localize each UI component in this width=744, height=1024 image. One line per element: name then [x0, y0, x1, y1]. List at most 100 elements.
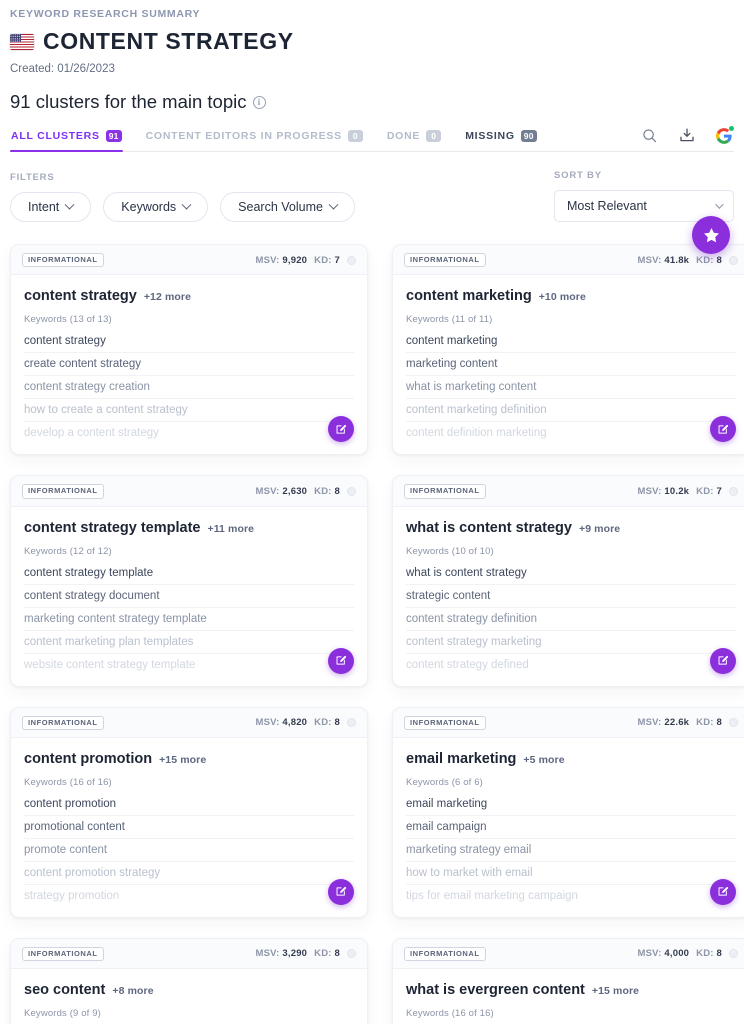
keyword-item[interactable]: content marketing — [406, 330, 736, 354]
keyword-item[interactable]: content strategy definition — [406, 608, 736, 631]
keyword-list: content marketing marketing content what… — [406, 330, 736, 444]
keyword-item[interactable]: content strategy marketing — [406, 631, 736, 654]
keyword-item[interactable]: content marketing definition — [406, 399, 736, 423]
keyword-item[interactable]: tips for email marketing campaign — [406, 885, 736, 907]
card-metrics: MSV: 2,630 KD: 8 — [256, 486, 356, 497]
cluster-title: what is evergreen content — [406, 982, 585, 998]
cluster-more-count[interactable]: +10 more — [539, 291, 586, 303]
edit-pencil-icon — [718, 424, 728, 434]
cluster-more-count[interactable]: +12 more — [144, 291, 191, 303]
clusters-summary-text: 91 clusters for the main topic — [10, 91, 247, 112]
tab-all-clusters[interactable]: ALL CLUSTERS 91 — [10, 130, 123, 152]
favorite-star-button[interactable] — [692, 216, 730, 254]
keywords-count: Keywords (10 of 10) — [406, 545, 494, 557]
edit-cluster-button[interactable] — [328, 647, 354, 674]
keyword-item[interactable]: promote content — [24, 839, 354, 862]
edit-pencil-icon — [336, 424, 346, 434]
keyword-list: content strategy create content strategy… — [24, 330, 354, 444]
msv-metric: MSV: 2,630 — [255, 485, 308, 497]
msv-metric: MSV: 3,290 — [255, 948, 308, 960]
filter-chip-search-volume[interactable]: Search Volume — [220, 192, 355, 222]
created-date: Created: 01/26/2023 — [10, 63, 115, 75]
keyword-list: content strategy template content strate… — [24, 562, 354, 676]
keyword-item[interactable]: email marketing — [406, 793, 736, 816]
intent-badge: INFORMATIONAL — [22, 946, 104, 961]
edit-cluster-button[interactable] — [328, 878, 354, 905]
keyword-item[interactable]: marketing content — [406, 353, 736, 377]
search-icon[interactable] — [641, 127, 658, 144]
keyword-item[interactable]: content promotion — [24, 793, 354, 816]
filter-chip-keywords[interactable]: Keywords — [103, 192, 209, 222]
tab-content-editors-in-progress[interactable]: CONTENT EDITORS IN PROGRESS 0 — [145, 130, 364, 151]
cluster-title-row: content strategy +12 more — [24, 288, 354, 304]
keyword-item[interactable]: website content strategy template — [24, 654, 354, 676]
keyword-item[interactable]: content strategy creation — [24, 376, 354, 400]
keyword-item[interactable]: content strategy — [24, 330, 354, 354]
keyword-item[interactable]: what is marketing content — [406, 376, 736, 400]
card-metrics: MSV: 22.6k KD: 8 — [638, 717, 738, 728]
keyword-item[interactable]: strategic content — [406, 585, 736, 608]
export-download-icon[interactable] — [678, 127, 695, 144]
keyword-item[interactable]: how to create a content strategy — [24, 399, 354, 423]
card-body: content promotion +15 more Keywords (16 … — [11, 738, 367, 917]
keyword-item[interactable]: strategy promotion — [24, 885, 354, 907]
keyword-item[interactable]: how to market with email — [406, 862, 736, 885]
cluster-title-row: content strategy template +11 more — [24, 520, 354, 536]
intent-badge: INFORMATIONAL — [22, 253, 104, 268]
cluster-card[interactable]: INFORMATIONAL MSV: 22.6k KD: 8 email mar… — [392, 706, 744, 918]
cluster-card[interactable]: INFORMATIONAL MSV: 10.2k KD: 7 what is c… — [392, 475, 744, 687]
cluster-more-count[interactable]: +5 more — [523, 754, 564, 766]
keyword-item[interactable]: content definition marketing — [406, 422, 736, 444]
tab-done[interactable]: DONE 0 — [386, 130, 442, 151]
tab-missing[interactable]: MISSING 90 — [464, 130, 537, 151]
card-header: INFORMATIONAL MSV: 41.8k KD: 8 — [393, 245, 744, 276]
cluster-card[interactable]: INFORMATIONAL MSV: 9,920 KD: 7 content s… — [10, 244, 368, 456]
edit-pencil-icon — [336, 655, 346, 665]
intent-badge: INFORMATIONAL — [22, 484, 104, 499]
cluster-title: email marketing — [406, 750, 517, 767]
card-body: content strategy +12 more Keywords (13 o… — [11, 275, 367, 454]
cluster-more-count[interactable]: +15 more — [159, 754, 206, 766]
edit-pencil-icon — [336, 887, 346, 896]
tab-actions — [641, 126, 734, 151]
cluster-more-count[interactable]: +11 more — [207, 523, 254, 535]
cluster-card[interactable]: INFORMATIONAL MSV: 3,290 KD: 8 seo conte… — [10, 937, 368, 1024]
cluster-more-count[interactable]: +9 more — [579, 523, 620, 535]
cluster-card[interactable]: INFORMATIONAL MSV: 41.8k KD: 8 content m… — [392, 216, 744, 456]
cluster-more-count[interactable]: +8 more — [112, 985, 153, 997]
edit-cluster-button[interactable] — [710, 878, 736, 905]
keyword-item[interactable]: marketing strategy email — [406, 839, 736, 862]
tab-count-badge: 0 — [426, 130, 442, 142]
page-title-row: CONTENT STRATEGY — [10, 30, 734, 53]
keyword-item[interactable]: content strategy defined — [406, 654, 736, 676]
keyword-item[interactable]: content strategy document — [24, 585, 354, 608]
cluster-more-count[interactable]: +15 more — [592, 985, 639, 997]
keyword-item[interactable]: develop a content strategy — [24, 422, 354, 444]
cluster-card[interactable]: INFORMATIONAL MSV: 4,000 KD: 8 what is e… — [392, 937, 744, 1024]
cluster-title-row: seo content +8 more — [24, 982, 354, 998]
info-icon[interactable]: i — [252, 95, 266, 109]
cluster-card-grid: INFORMATIONAL MSV: 9,920 KD: 7 content s… — [10, 216, 744, 1024]
keywords-count: Keywords (11 of 11) — [406, 314, 493, 326]
keyword-item[interactable]: content marketing plan templates — [24, 631, 354, 654]
edit-cluster-button[interactable] — [710, 647, 736, 674]
keyword-item[interactable]: email campaign — [406, 816, 736, 839]
cluster-title: content promotion — [24, 750, 153, 767]
cluster-card[interactable]: INFORMATIONAL MSV: 4,820 KD: 8 content p… — [10, 706, 368, 918]
keyword-item[interactable]: create content strategy — [24, 353, 354, 377]
keyword-item[interactable]: content strategy template — [24, 562, 354, 585]
keyword-item[interactable]: content promotion strategy — [24, 862, 354, 885]
keyword-item[interactable]: marketing content strategy template — [24, 608, 354, 631]
filter-chip-intent[interactable]: Intent — [10, 192, 92, 222]
keyword-item[interactable]: what is content strategy — [406, 562, 736, 585]
msv-metric: MSV: 10.2k — [637, 485, 690, 497]
keyword-item[interactable]: promotional content — [24, 816, 354, 839]
google-icon[interactable] — [715, 126, 734, 144]
keyword-list: content promotion promotional content pr… — [24, 793, 354, 907]
kd-indicator-dot — [729, 718, 738, 728]
card-metrics: MSV: 4,000 KD: 8 — [638, 948, 738, 959]
chevron-down-icon — [328, 199, 339, 210]
card-metrics: MSV: 3,290 KD: 8 — [256, 948, 356, 959]
cluster-card[interactable]: INFORMATIONAL MSV: 2,630 KD: 8 content s… — [10, 475, 368, 687]
cluster-title: content marketing — [406, 288, 532, 305]
